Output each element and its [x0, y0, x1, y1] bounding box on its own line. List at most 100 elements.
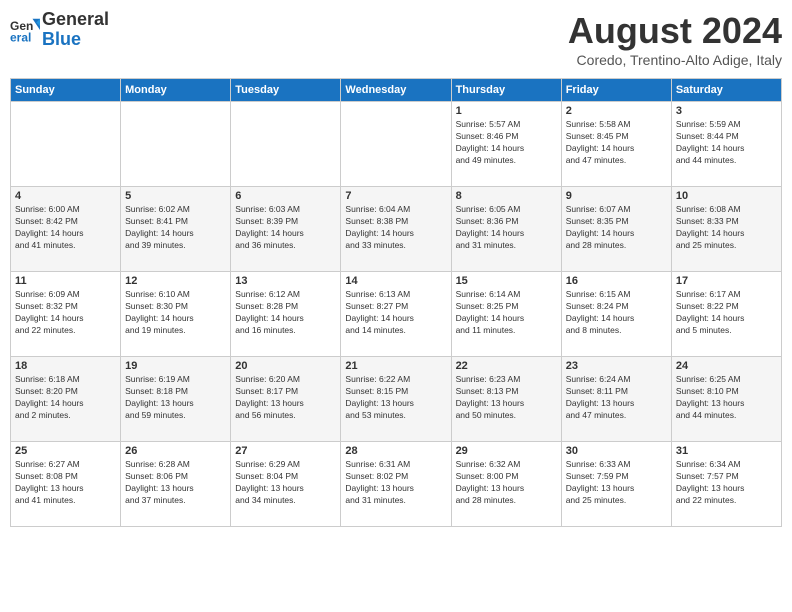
calendar-week-1: 1 Sunrise: 5:57 AM Sunset: 8:46 PM Daylig…: [11, 102, 782, 187]
weekday-header-wednesday: Wednesday: [341, 79, 451, 102]
day-number: 27: [235, 445, 336, 457]
day-number: 28: [345, 445, 446, 457]
day-number: 7: [345, 190, 446, 202]
calendar-cell: 19 Sunrise: 6:19 AM Sunset: 8:18 PM Dayli…: [121, 357, 231, 442]
day-info: Sunrise: 5:57 AM Sunset: 8:46 PM Dayligh…: [456, 119, 557, 167]
calendar-cell: 1 Sunrise: 5:57 AM Sunset: 8:46 PM Daylig…: [451, 102, 561, 187]
day-number: 20: [235, 360, 336, 372]
calendar-cell: 23 Sunrise: 6:24 AM Sunset: 8:11 PM Dayli…: [561, 357, 671, 442]
day-info: Sunrise: 6:23 AM Sunset: 8:13 PM Dayligh…: [456, 374, 557, 422]
day-info: Sunrise: 6:07 AM Sunset: 8:35 PM Dayligh…: [566, 204, 667, 252]
weekday-header-monday: Monday: [121, 79, 231, 102]
calendar-cell: 3 Sunrise: 5:59 AM Sunset: 8:44 PM Daylig…: [671, 102, 781, 187]
calendar-cell: 13 Sunrise: 6:12 AM Sunset: 8:28 PM Dayli…: [231, 272, 341, 357]
logo-icon: Gen eral: [10, 15, 40, 45]
calendar-cell: 31 Sunrise: 6:34 AM Sunset: 7:57 PM Dayli…: [671, 442, 781, 527]
day-number: 4: [15, 190, 116, 202]
day-info: Sunrise: 6:12 AM Sunset: 8:28 PM Dayligh…: [235, 289, 336, 337]
calendar-cell: 26 Sunrise: 6:28 AM Sunset: 8:06 PM Dayli…: [121, 442, 231, 527]
calendar-cell: 7Sunrise: 6:04 AM Sunset: 8:38 PM Daylig…: [341, 187, 451, 272]
day-info: Sunrise: 6:34 AM Sunset: 7:57 PM Dayligh…: [676, 459, 777, 507]
calendar-cell: 24 Sunrise: 6:25 AM Sunset: 8:10 PM Dayli…: [671, 357, 781, 442]
svg-text:eral: eral: [10, 30, 31, 44]
calendar-cell: 5Sunrise: 6:02 AM Sunset: 8:41 PM Daylig…: [121, 187, 231, 272]
weekday-header-sunday: Sunday: [11, 79, 121, 102]
day-info: Sunrise: 6:08 AM Sunset: 8:33 PM Dayligh…: [676, 204, 777, 252]
day-info: Sunrise: 6:33 AM Sunset: 7:59 PM Dayligh…: [566, 459, 667, 507]
calendar-cell: 30Sunrise: 6:33 AM Sunset: 7:59 PM Dayli…: [561, 442, 671, 527]
calendar-cell: 10 Sunrise: 6:08 AM Sunset: 8:33 PM Dayli…: [671, 187, 781, 272]
calendar-cell: 27 Sunrise: 6:29 AM Sunset: 8:04 PM Dayli…: [231, 442, 341, 527]
month-year-title: August 2024: [568, 10, 782, 52]
calendar-week-3: 11 Sunrise: 6:09 AM Sunset: 8:32 PM Dayli…: [11, 272, 782, 357]
weekday-header-tuesday: Tuesday: [231, 79, 341, 102]
calendar-cell: [11, 102, 121, 187]
day-info: Sunrise: 6:32 AM Sunset: 8:00 PM Dayligh…: [456, 459, 557, 507]
calendar-cell: 22Sunrise: 6:23 AM Sunset: 8:13 PM Dayli…: [451, 357, 561, 442]
day-number: 19: [125, 360, 226, 372]
day-number: 9: [566, 190, 667, 202]
calendar-cell: 9 Sunrise: 6:07 AM Sunset: 8:35 PM Daylig…: [561, 187, 671, 272]
calendar-cell: 11 Sunrise: 6:09 AM Sunset: 8:32 PM Dayli…: [11, 272, 121, 357]
calendar-cell: 14 Sunrise: 6:13 AM Sunset: 8:27 PM Dayli…: [341, 272, 451, 357]
calendar-cell: 28 Sunrise: 6:31 AM Sunset: 8:02 PM Dayli…: [341, 442, 451, 527]
day-info: Sunrise: 5:58 AM Sunset: 8:45 PM Dayligh…: [566, 119, 667, 167]
day-info: Sunrise: 6:31 AM Sunset: 8:02 PM Dayligh…: [345, 459, 446, 507]
day-number: 16: [566, 275, 667, 287]
day-number: 11: [15, 275, 116, 287]
calendar-cell: 17 Sunrise: 6:17 AM Sunset: 8:22 PM Dayli…: [671, 272, 781, 357]
day-info: Sunrise: 6:29 AM Sunset: 8:04 PM Dayligh…: [235, 459, 336, 507]
calendar-cell: 18 Sunrise: 6:18 AM Sunset: 8:20 PM Dayli…: [11, 357, 121, 442]
day-info: Sunrise: 6:24 AM Sunset: 8:11 PM Dayligh…: [566, 374, 667, 422]
weekday-header-thursday: Thursday: [451, 79, 561, 102]
day-info: Sunrise: 6:27 AM Sunset: 8:08 PM Dayligh…: [15, 459, 116, 507]
day-number: 23: [566, 360, 667, 372]
calendar-week-5: 25Sunrise: 6:27 AM Sunset: 8:08 PM Dayli…: [11, 442, 782, 527]
day-number: 17: [676, 275, 777, 287]
day-info: Sunrise: 6:00 AM Sunset: 8:42 PM Dayligh…: [15, 204, 116, 252]
calendar-cell: 29 Sunrise: 6:32 AM Sunset: 8:00 PM Dayli…: [451, 442, 561, 527]
day-number: 14: [345, 275, 446, 287]
day-number: 5: [125, 190, 226, 202]
day-number: 26: [125, 445, 226, 457]
day-info: Sunrise: 6:09 AM Sunset: 8:32 PM Dayligh…: [15, 289, 116, 337]
day-number: 12: [125, 275, 226, 287]
day-number: 3: [676, 105, 777, 117]
day-info: Sunrise: 6:10 AM Sunset: 8:30 PM Dayligh…: [125, 289, 226, 337]
day-info: Sunrise: 6:20 AM Sunset: 8:17 PM Dayligh…: [235, 374, 336, 422]
day-info: Sunrise: 6:19 AM Sunset: 8:18 PM Dayligh…: [125, 374, 226, 422]
day-info: Sunrise: 6:25 AM Sunset: 8:10 PM Dayligh…: [676, 374, 777, 422]
day-number: 31: [676, 445, 777, 457]
logo: Gen eral General Blue: [10, 10, 109, 50]
day-number: 10: [676, 190, 777, 202]
calendar-week-2: 4 Sunrise: 6:00 AM Sunset: 8:42 PM Daylig…: [11, 187, 782, 272]
calendar-cell: 12 Sunrise: 6:10 AM Sunset: 8:30 PM Dayli…: [121, 272, 231, 357]
day-number: 21: [345, 360, 446, 372]
day-info: Sunrise: 5:59 AM Sunset: 8:44 PM Dayligh…: [676, 119, 777, 167]
calendar-cell: 16Sunrise: 6:15 AM Sunset: 8:24 PM Dayli…: [561, 272, 671, 357]
calendar-cell: 25Sunrise: 6:27 AM Sunset: 8:08 PM Dayli…: [11, 442, 121, 527]
day-info: Sunrise: 6:14 AM Sunset: 8:25 PM Dayligh…: [456, 289, 557, 337]
day-info: Sunrise: 6:17 AM Sunset: 8:22 PM Dayligh…: [676, 289, 777, 337]
day-info: Sunrise: 6:28 AM Sunset: 8:06 PM Dayligh…: [125, 459, 226, 507]
day-info: Sunrise: 6:13 AM Sunset: 8:27 PM Dayligh…: [345, 289, 446, 337]
title-block: August 2024 Coredo, Trentino-Alto Adige,…: [568, 10, 782, 68]
day-number: 13: [235, 275, 336, 287]
calendar-cell: [121, 102, 231, 187]
day-number: 18: [15, 360, 116, 372]
calendar-cell: 15Sunrise: 6:14 AM Sunset: 8:25 PM Dayli…: [451, 272, 561, 357]
weekday-header-saturday: Saturday: [671, 79, 781, 102]
day-number: 2: [566, 105, 667, 117]
day-number: 29: [456, 445, 557, 457]
day-number: 24: [676, 360, 777, 372]
calendar-cell: [231, 102, 341, 187]
day-info: Sunrise: 6:18 AM Sunset: 8:20 PM Dayligh…: [15, 374, 116, 422]
calendar-cell: 8Sunrise: 6:05 AM Sunset: 8:36 PM Daylig…: [451, 187, 561, 272]
page-header: Gen eral General Blue August 2024 Coredo…: [10, 10, 782, 68]
calendar-cell: 4 Sunrise: 6:00 AM Sunset: 8:42 PM Daylig…: [11, 187, 121, 272]
calendar-cell: 20 Sunrise: 6:20 AM Sunset: 8:17 PM Dayli…: [231, 357, 341, 442]
day-info: Sunrise: 6:05 AM Sunset: 8:36 PM Dayligh…: [456, 204, 557, 252]
weekday-header-row: SundayMondayTuesdayWednesdayThursdayFrid…: [11, 79, 782, 102]
day-number: 1: [456, 105, 557, 117]
day-info: Sunrise: 6:22 AM Sunset: 8:15 PM Dayligh…: [345, 374, 446, 422]
